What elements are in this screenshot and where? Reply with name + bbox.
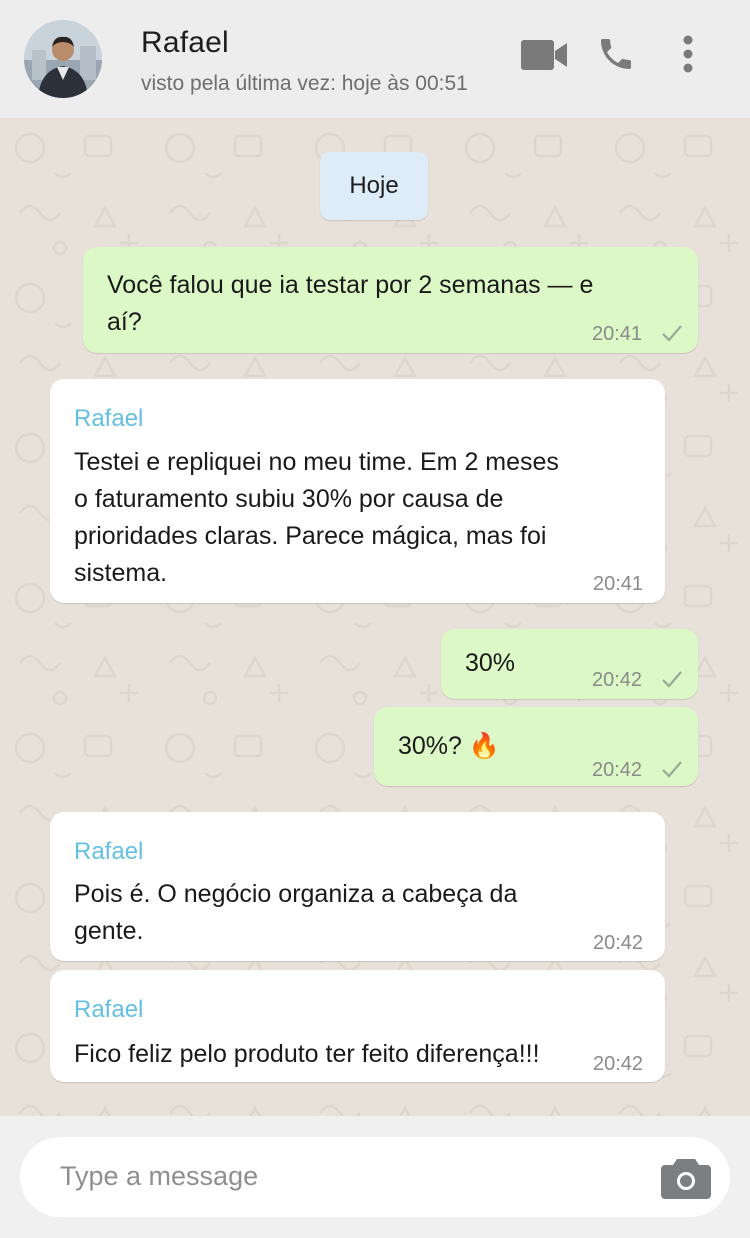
camera-icon[interactable] <box>661 1155 711 1204</box>
message-text: Fico feliz pelo produto ter feito difere… <box>74 1040 540 1068</box>
message-line: gente. <box>74 917 144 945</box>
sender-name: Rafael <box>74 996 144 1023</box>
outgoing-message[interactable]: Você falou que ia testar por 2 semanas —… <box>83 247 698 353</box>
more-options-icon[interactable] <box>681 34 695 74</box>
message-time: 20:42 <box>593 1053 644 1075</box>
message-text: Testei e repliquei no meu time. Em 2 mes… <box>74 444 559 592</box>
date-chip: Hoje <box>320 152 428 220</box>
incoming-message[interactable]: Rafael Pois é. O negócio organiza a cabe… <box>50 812 665 961</box>
message-time: 20:42 <box>592 759 643 781</box>
contact-name[interactable]: Rafael <box>141 26 229 60</box>
message-text: Você falou que ia testar por 2 semanas —… <box>107 267 593 341</box>
message-line: o faturamento subiu 30% por causa de <box>74 485 504 513</box>
incoming-message[interactable]: Rafael Testei e repliquei no meu time. E… <box>50 379 665 603</box>
message-line: sistema. <box>74 559 168 587</box>
composer-bar: Type a message <box>0 1116 750 1238</box>
last-seen-status: visto pela última vez: hoje às 00:51 <box>141 72 468 95</box>
input-placeholder: Type a message <box>60 1161 259 1191</box>
single-check-icon <box>662 761 682 778</box>
incoming-message[interactable]: Rafael Fico feliz pelo produto ter feito… <box>50 970 665 1082</box>
single-check-icon <box>662 671 682 688</box>
single-check-icon <box>662 325 682 342</box>
message-text: Pois é. O negócio organiza a cabeça da g… <box>74 876 517 950</box>
video-call-icon[interactable] <box>520 38 568 72</box>
message-line: aí? <box>107 308 142 336</box>
message-time: 20:41 <box>592 323 643 345</box>
chat-header: Rafael visto pela última vez: hoje às 00… <box>0 0 750 118</box>
message-time: 20:42 <box>592 669 643 691</box>
message-text: 30% <box>465 649 516 677</box>
message-time: 20:42 <box>593 932 644 954</box>
outgoing-message[interactable]: 30% 20:42 <box>441 629 698 699</box>
message-input[interactable]: Type a message <box>20 1137 730 1217</box>
sender-name: Rafael <box>74 838 144 865</box>
message-line: Você falou que ia testar por 2 semanas —… <box>107 271 594 299</box>
message-line: prioridades claras. Parece mágica, mas f… <box>74 522 547 550</box>
avatar[interactable] <box>24 20 102 98</box>
chat-area[interactable]: Hoje Você falou que ia testar por 2 sema… <box>0 118 750 1116</box>
message-line: Pois é. O negócio organiza a cabeça da <box>74 880 518 908</box>
message-text: 30%? 🔥 <box>398 732 501 760</box>
message-time: 20:41 <box>593 573 644 595</box>
message-line: Testei e repliquei no meu time. Em 2 mes… <box>74 448 559 476</box>
sender-name: Rafael <box>74 405 144 432</box>
phone-call-icon[interactable] <box>596 34 636 74</box>
outgoing-message[interactable]: 30%? 🔥 20:42 <box>374 707 698 786</box>
